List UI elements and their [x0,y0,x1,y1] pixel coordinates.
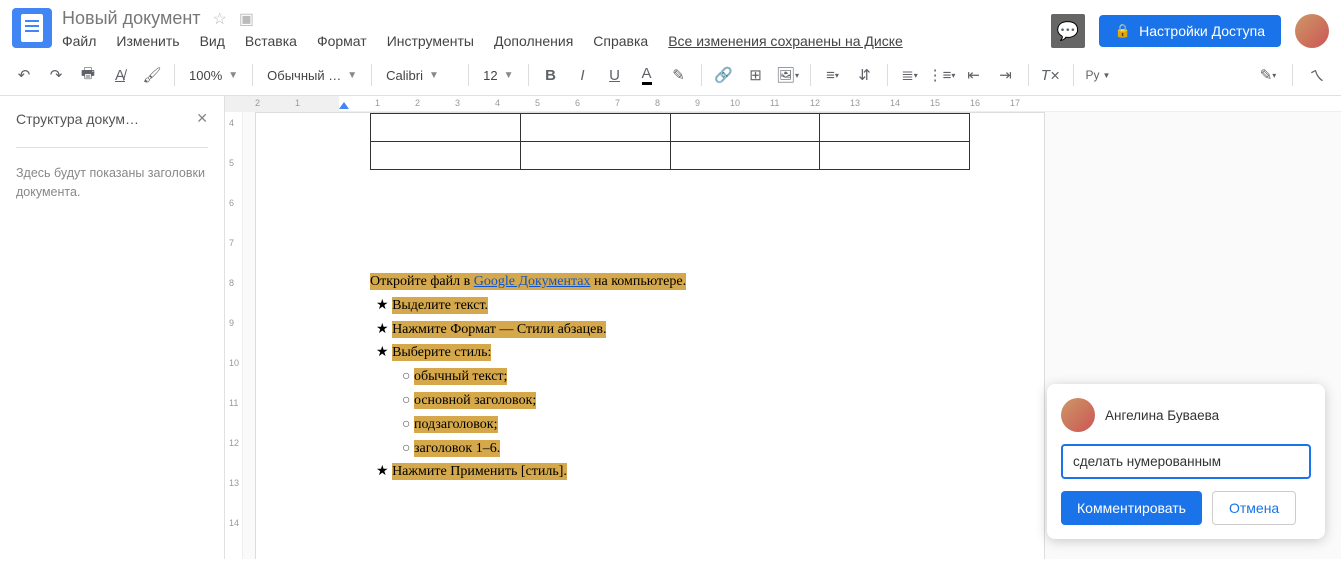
comment-input[interactable] [1061,444,1311,479]
google-docs-link[interactable]: Google Документах [474,274,591,289]
menubar: Файл Изменить Вид Вставка Формат Инструм… [62,33,1051,49]
list-item[interactable]: подзаголовок; [424,413,1044,437]
menu-insert[interactable]: Вставка [245,33,297,49]
list-item[interactable]: Нажмите Формат — Стили абзацев. [398,318,1044,342]
docs-logo[interactable] [12,8,52,48]
menu-edit[interactable]: Изменить [116,33,179,49]
list-item[interactable]: Выделите текст. [398,294,1044,318]
menu-tools[interactable]: Инструменты [387,33,474,49]
saved-status[interactable]: Все изменения сохранены на Диске [668,33,903,49]
menu-format[interactable]: Формат [317,33,367,49]
open-comments-button[interactable]: 💬 [1051,14,1085,48]
bulleted-list-button[interactable]: ⋮≡▾ [928,61,956,89]
print-button[interactable]: 🖶 [74,61,102,89]
page[interactable]: Откройте файл в Google Документах на ком… [255,112,1045,559]
clear-formatting-button[interactable]: T✕ [1037,61,1065,89]
comment-submit-button[interactable]: Комментировать [1061,491,1202,525]
menu-file[interactable]: Файл [62,33,96,49]
list-item[interactable]: обычный текст; [424,365,1044,389]
comment-author: Ангелина Буваева [1105,408,1219,423]
lock-icon: 🔒 [1115,23,1131,39]
line-spacing-button[interactable]: ⇵ [851,61,879,89]
insert-link-button[interactable]: 🔗 [710,61,738,89]
zoom-select[interactable]: 100%▼ [183,68,244,83]
document-title[interactable]: Новый документ [62,8,201,29]
folder-icon[interactable]: ▣ [239,9,254,29]
list-item[interactable]: Выберите стиль: [398,341,1044,365]
editing-mode-button[interactable]: ✎ ▾ [1254,61,1282,89]
list-item[interactable]: заголовок 1–6. [424,437,1044,461]
outline-empty-text: Здесь будут показаны заголовки документа… [16,164,208,202]
comment-popup: Ангелина Буваева Комментировать Отмена [1047,384,1325,539]
hide-menus-button[interactable]: ㄟ [1303,61,1331,89]
align-button[interactable]: ≡▾ [819,61,847,89]
outline-title: Структура докум… [16,111,139,127]
font-size-select[interactable]: 12▼ [477,68,519,83]
font-select[interactable]: Calibri▼ [380,68,460,83]
paragraph-style-select[interactable]: Обычный …▼ [261,68,363,83]
numbered-list-button[interactable]: ≣▾ [896,61,924,89]
user-avatar[interactable] [1295,14,1329,48]
italic-button[interactable]: I [569,61,597,89]
list-item[interactable]: Нажмите Применить [стиль]. [398,460,1044,484]
decrease-indent-button[interactable]: ⇤ [960,61,988,89]
text-color-button[interactable]: A [633,61,661,89]
menu-view[interactable]: Вид [200,33,225,49]
document-body-text[interactable]: Откройте файл в Google Документах на ком… [370,270,1044,484]
menu-help[interactable]: Справка [593,33,648,49]
document-table[interactable] [370,113,970,170]
vertical-ruler[interactable]: 4 5 6 7 8 9 10 11 12 13 14 [225,112,243,559]
paint-format-button[interactable]: 🖌 [138,61,166,89]
insert-image-button[interactable]: 🖼▾ [774,61,802,89]
input-language-button[interactable]: Ру ▼ [1082,66,1115,84]
star-icon[interactable]: ☆ [213,9,227,29]
list-item[interactable]: основной заголовок; [424,389,1044,413]
indent-marker-icon[interactable] [339,102,349,109]
comment-cancel-button[interactable]: Отмена [1212,491,1296,525]
toolbar: ↶ ↷ 🖶 A̸ 🖌 100%▼ Обычный …▼ Calibri▼ 12▼… [0,55,1341,96]
share-button[interactable]: 🔒 Настройки Доступа [1099,15,1281,47]
menu-addons[interactable]: Дополнения [494,33,573,49]
redo-button[interactable]: ↷ [42,61,70,89]
close-outline-button[interactable]: ✕ [196,110,208,127]
insert-comment-button[interactable]: ⊞ [742,61,770,89]
undo-button[interactable]: ↶ [10,61,38,89]
underline-button[interactable]: U [601,61,629,89]
bold-button[interactable]: B [537,61,565,89]
share-label: Настройки Доступа [1139,23,1265,39]
horizontal-ruler[interactable]: 2 1 1 2 3 4 5 6 7 8 9 10 11 12 13 14 15 … [225,96,1341,112]
spellcheck-button[interactable]: A̸ [106,61,134,89]
outline-panel: Структура докум… ✕ Здесь будут показаны … [0,96,225,559]
increase-indent-button[interactable]: ⇥ [992,61,1020,89]
highlight-button[interactable]: ✎ [665,61,693,89]
comment-avatar [1061,398,1095,432]
